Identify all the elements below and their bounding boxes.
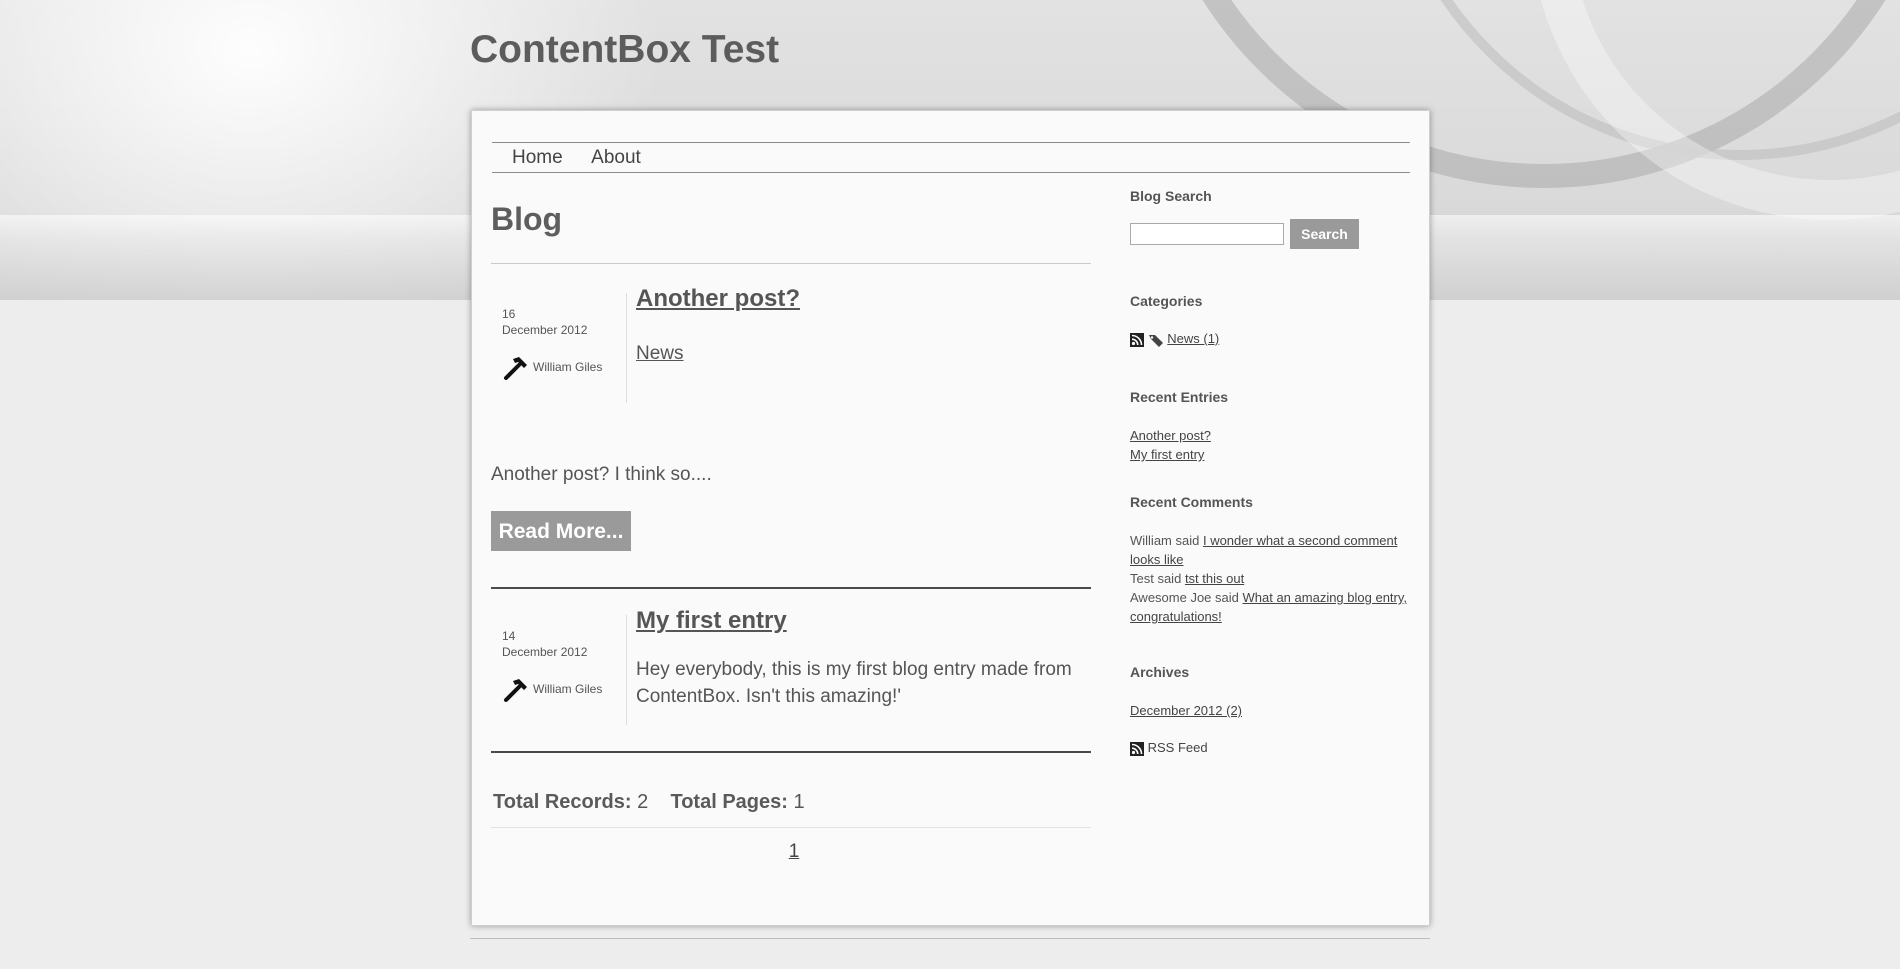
rss-feed-link[interactable]: RSS Feed: [1148, 740, 1208, 755]
recent-entries-heading: Recent Entries: [1130, 389, 1229, 405]
total-records-label: Total Records:: [493, 791, 632, 813]
total-pages-label: Total Pages:: [670, 791, 788, 813]
recent-comments-list: William said I wonder what a second comm…: [1130, 531, 1410, 626]
total-pages-value: 1: [793, 791, 805, 813]
rss-icon[interactable]: [1130, 332, 1144, 347]
rss-feed: RSS Feed: [1130, 740, 1208, 756]
recent-entries-list: Another post? My first entry: [1130, 426, 1211, 464]
total-records-value: 2: [637, 791, 649, 813]
divider: [491, 263, 1091, 264]
comment-author: Test said: [1130, 571, 1182, 586]
hammer-icon: [504, 679, 527, 702]
post-meta: 14 December 2012 William Giles: [491, 615, 627, 725]
author-name: William Giles: [533, 682, 603, 696]
comment-author: Awesome Joe said: [1130, 590, 1239, 605]
post-category-link[interactable]: News: [636, 343, 684, 365]
site-title[interactable]: ContentBox Test: [470, 28, 779, 72]
totals: Total Records: 2 Total Pages: 1: [493, 791, 805, 814]
footer-divider: [470, 938, 1430, 939]
post-excerpt: Another post? I think so....: [491, 464, 712, 485]
post-author: William Giles: [502, 675, 602, 703]
comment-author: William said: [1130, 533, 1200, 548]
post-day: 16: [502, 307, 516, 321]
category-link[interactable]: News (1): [1167, 331, 1219, 346]
recent-entry-link[interactable]: Another post?: [1130, 428, 1211, 443]
post-divider: [491, 751, 1091, 753]
categories-heading: Categories: [1130, 293, 1203, 309]
comment-item: Test said tst this out: [1130, 569, 1410, 588]
search-input[interactable]: [1130, 223, 1284, 245]
post-title-link[interactable]: Another post?: [636, 285, 800, 313]
comment-link[interactable]: tst this out: [1185, 571, 1244, 586]
author-name: William Giles: [533, 360, 603, 374]
comment-item: Awesome Joe said What an amazing blog en…: [1130, 588, 1410, 626]
search-heading: Blog Search: [1130, 188, 1212, 204]
pagination: 1: [491, 841, 1091, 863]
post-divider: [491, 587, 1091, 589]
nav-item-about[interactable]: About: [591, 143, 641, 172]
post-month: December 2012: [502, 645, 588, 659]
content-container: Home About Blog 16 December 2012 William…: [471, 110, 1430, 926]
post-meta: 16 December 2012 William Giles: [491, 293, 627, 403]
category-item: News (1): [1130, 331, 1219, 347]
post-author: William Giles: [502, 353, 602, 381]
post-month: December 2012: [502, 323, 588, 337]
nav-item-home[interactable]: Home: [512, 143, 563, 172]
hammer-icon: [504, 357, 527, 380]
search-button[interactable]: Search: [1290, 219, 1359, 249]
read-more-button[interactable]: Read More...: [491, 511, 631, 551]
archive-item: December 2012 (2): [1130, 703, 1242, 718]
recent-entry-link[interactable]: My first entry: [1130, 447, 1204, 462]
comment-item: William said I wonder what a second comm…: [1130, 531, 1410, 569]
page-title: Blog: [491, 201, 563, 237]
post-title-link[interactable]: My first entry: [636, 607, 787, 635]
post-body: Hey everybody, this is my first blog ent…: [636, 659, 1072, 707]
archive-link[interactable]: December 2012 (2): [1130, 703, 1242, 718]
main-nav: Home About: [492, 142, 1410, 173]
archives-heading: Archives: [1130, 664, 1190, 680]
recent-comments-heading: Recent Comments: [1130, 494, 1253, 510]
tag-icon: [1148, 334, 1163, 347]
rss-icon[interactable]: [1130, 741, 1144, 756]
page-link[interactable]: 1: [789, 841, 800, 862]
post-day: 14: [502, 629, 516, 643]
divider: [491, 827, 1091, 828]
